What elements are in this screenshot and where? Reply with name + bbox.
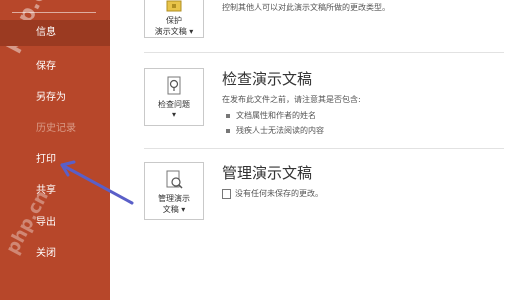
annotation-arrow-icon (60, 160, 134, 205)
